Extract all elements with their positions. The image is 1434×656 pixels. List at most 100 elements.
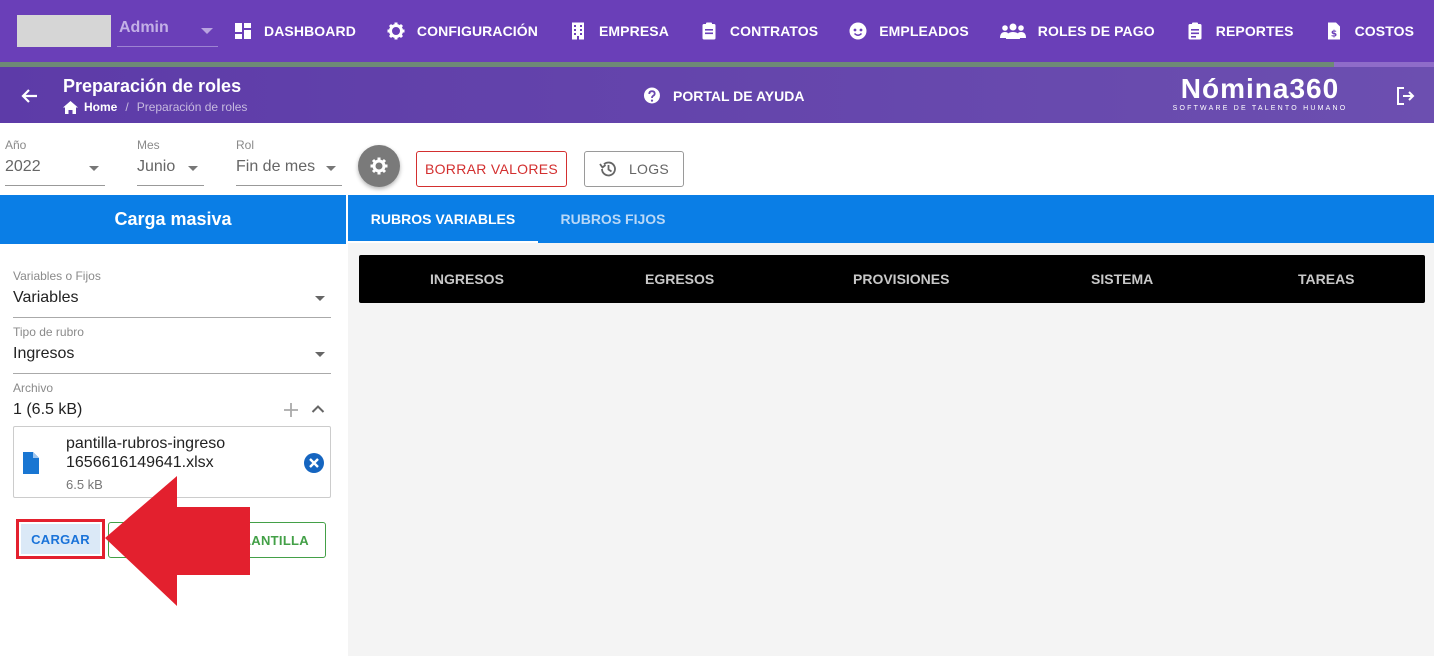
caret-down-icon [188,166,198,171]
people-icon [999,22,1026,40]
tab-active-indicator [348,241,538,243]
upload-button[interactable]: CARGAR [21,524,100,554]
nav-label: CONFIGURACIÓN [416,23,538,39]
nav-label: REPORTES [1215,23,1294,39]
breadcrumb-current: Preparación de roles [136,100,248,114]
tab-bar: RUBROS VARIABLES RUBROS FIJOS [348,195,1434,243]
logs-button[interactable]: LOGS [584,151,684,187]
nav-empresa[interactable]: EMPRESA [569,22,669,40]
nav-empleados[interactable]: EMPLEADOS [849,22,969,40]
caret-down-icon [315,296,325,301]
nav-label: EMPRESA [598,23,669,39]
nav-label: CONTRATOS [729,23,819,39]
clipboard-list-icon [1186,22,1204,40]
file-size: 6.5 kB [66,477,103,492]
close-circle-icon[interactable] [304,453,324,473]
kind-value: Variables [13,289,79,306]
gear-icon [370,157,388,175]
user-selector[interactable]: Admin [17,15,218,47]
caret-down-icon [201,28,213,34]
file-icon [22,452,40,474]
face-icon [849,22,867,40]
svg-text:$: $ [1330,30,1336,40]
clear-values-button[interactable]: BORRAR VALORES [416,151,567,187]
kind-select[interactable]: Variables o Fijos Variables [13,269,331,319]
caret-down-icon [89,166,99,171]
home-icon [63,100,78,114]
nav-label: DASHBOARD [264,23,356,39]
file-name-line2: 1656616149641.xlsx [66,454,214,471]
nav-reportes[interactable]: REPORTES [1186,22,1294,40]
file-name: pantilla-rubros-ingreso 1656616149641.xl… [66,434,225,472]
nav-roles-de-pago[interactable]: ROLES DE PAGO [999,22,1155,40]
year-underline [5,185,105,186]
brand-logo: Nómina360 SOFTWARE DE TALENTO HUMANO [1170,74,1350,116]
building-icon [569,22,587,40]
page-header: Preparación de roles Home / Preparación … [0,67,1434,123]
help-portal-link[interactable]: PORTAL DE AYUDA [643,87,804,105]
file-input[interactable]: Archivo 1 (6.5 kB) [13,381,331,421]
logo-main-text: Nómina360 [1180,73,1340,104]
year-select[interactable]: Año 2022 [5,138,105,186]
tab-rubros-fijos[interactable]: RUBROS FIJOS [538,195,688,243]
item-type-select[interactable]: Tipo de rubro Ingresos [13,325,331,375]
logo-subtitle: SOFTWARE DE TALENTO HUMANO [1172,105,1348,112]
year-value: 2022 [5,158,41,175]
bulk-upload-title: Carga masiva [0,195,346,244]
file-summary: 1 (6.5 kB) [13,401,83,418]
month-underline [137,185,204,186]
page-title: Preparación de roles [63,76,242,96]
nav-contratos[interactable]: CONTRATOS [700,22,818,40]
month-value: Junio [137,158,176,175]
subtab-ingresos[interactable]: INGRESOS [430,255,504,303]
month-select[interactable]: Mes Junio [137,138,204,186]
upload-button-highlight: CARGAR [16,519,105,559]
file-label: Archivo [13,381,54,395]
plus-icon[interactable] [283,402,299,418]
clipboard-icon [700,22,718,40]
tab-rubros-variables[interactable]: RUBROS VARIABLES [348,195,538,243]
user-name: Admin [119,19,169,36]
invoice-icon: $ [1325,22,1343,40]
logs-label: LOGS [628,161,670,177]
role-select[interactable]: Rol Fin de mes [236,138,342,186]
breadcrumb-separator: / [125,100,129,114]
content-area [348,243,1434,656]
logout-icon[interactable] [1395,86,1415,106]
caret-down-icon [326,166,336,171]
top-navbar: Admin DASHBOARD CONFIGURACIÓN EMPRESA CO… [0,0,1434,62]
item-type-value: Ingresos [13,345,75,362]
app-root: Admin DASHBOARD CONFIGURACIÓN EMPRESA CO… [0,0,1434,656]
subtab-provisiones[interactable]: PROVISIONES [853,255,949,303]
annotation-arrow [100,474,252,608]
subtab-tareas[interactable]: TAREAS [1298,255,1355,303]
role-value: Fin de mes [236,158,316,175]
nav-configuracion[interactable]: CONFIGURACIÓN [387,22,538,40]
breadcrumb: Home / Preparación de roles [63,100,247,114]
role-underline [236,185,342,186]
role-label: Rol [236,138,255,152]
subtab-bar: INGRESOS EGRESOS PROVISIONES SISTEMA TAR… [359,255,1425,303]
user-selector-underline [117,46,218,47]
nav-label: EMPLEADOS [879,23,969,39]
subtab-egresos[interactable]: EGRESOS [645,255,714,303]
kind-label: Variables o Fijos [13,269,101,283]
nav-costos[interactable]: $ COSTOS [1325,22,1414,40]
gear-icon [387,22,405,40]
arrow-left-icon[interactable] [20,86,40,106]
item-type-label: Tipo de rubro [13,325,84,339]
chevron-up-icon[interactable] [311,404,325,414]
help-icon [643,87,661,105]
settings-button[interactable] [358,145,400,187]
nav-dashboard[interactable]: DASHBOARD [234,22,356,40]
nav-label: COSTOS [1354,23,1415,39]
item-type-underline [13,373,331,374]
subtab-sistema[interactable]: SISTEMA [1091,255,1153,303]
dashboard-icon [234,22,252,40]
breadcrumb-home[interactable]: Home [84,100,117,114]
nav-label: ROLES DE PAGO [1037,23,1155,39]
year-label: Año [5,138,27,152]
file-name-line1: pantilla-rubros-ingreso [66,435,226,452]
caret-down-icon [315,352,325,357]
main-nav: DASHBOARD CONFIGURACIÓN EMPRESA CONTRATO… [234,0,1434,62]
